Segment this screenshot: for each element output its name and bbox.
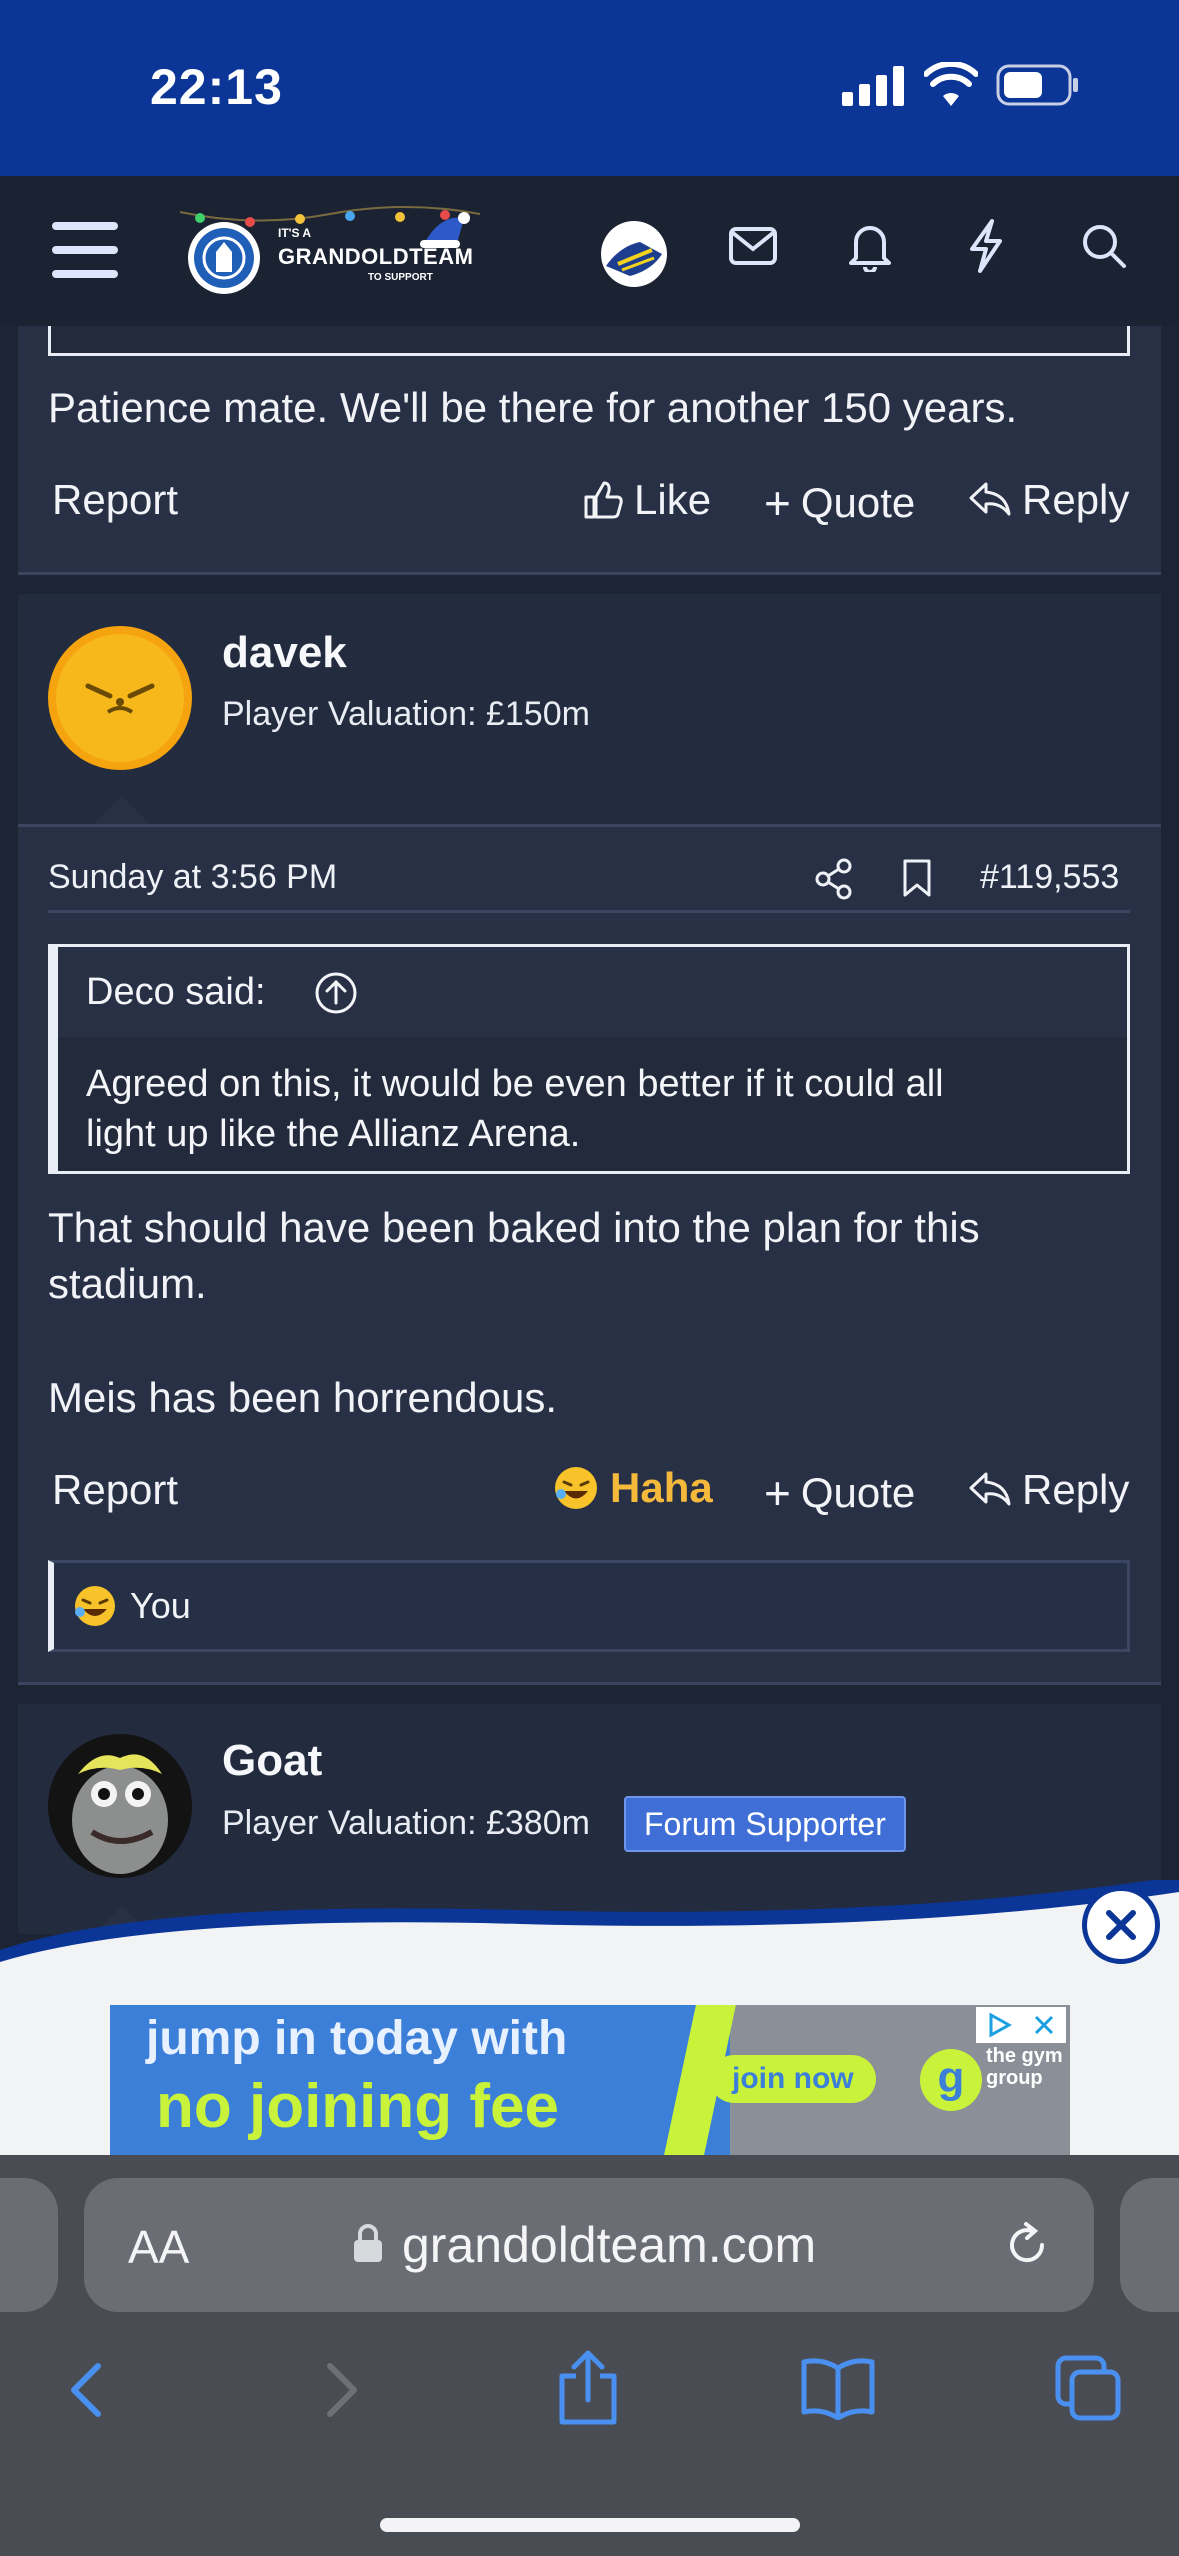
logo-sub-text: TO SUPPORT <box>368 272 433 283</box>
mail-icon[interactable] <box>728 226 778 266</box>
santa-hat-icon <box>420 212 470 248</box>
avatar-goat[interactable] <box>48 1734 192 1878</box>
wifi-icon <box>924 62 978 106</box>
forum-supporter-badge: Forum Supporter <box>624 1796 906 1852</box>
ad-close-x-icon <box>1034 2015 1054 2035</box>
divider <box>48 910 1130 913</box>
post-body-line-2: stadium. <box>48 1260 207 1307</box>
gym-logo-icon: g <box>920 2049 982 2111</box>
report-label: Report <box>52 1466 179 1513</box>
bell-icon[interactable] <box>848 220 892 272</box>
post-body-line-3: Meis has been horrendous. <box>48 1374 557 1421</box>
previous-tab-pill[interactable] <box>0 2178 58 2312</box>
laughing-emoji-icon <box>555 1467 597 1509</box>
quote-label: Quote <box>800 1469 916 1516</box>
divider <box>18 824 1161 827</box>
next-tab-pill[interactable] <box>1120 2178 1179 2312</box>
divider <box>18 1682 1161 1685</box>
user-valuation: Player Valuation: £380m <box>222 1804 590 1842</box>
bookmark-icon[interactable] <box>902 858 932 898</box>
post-body: Patience mate. We'll be there for anothe… <box>48 384 1018 431</box>
post-1 <box>18 326 1161 574</box>
adchoices-icon[interactable] <box>976 2007 1066 2043</box>
report-label: Report <box>52 476 179 523</box>
quote-text-line-2: light up like the Allianz Arena. <box>86 1113 581 1155</box>
menu-icon[interactable] <box>52 222 118 278</box>
username[interactable]: Goat <box>222 1736 322 1786</box>
quote-box-cut <box>48 326 1130 356</box>
reply-button[interactable]: Reply <box>968 1466 1129 1514</box>
post-body-line-1: That should have been baked into the pla… <box>48 1204 980 1251</box>
reacted-by[interactable]: You <box>130 1585 191 1627</box>
username[interactable]: davek <box>222 628 347 678</box>
haha-label: Haha <box>610 1464 713 1511</box>
quote-label: Quote <box>800 479 916 526</box>
close-icon <box>1106 1910 1136 1940</box>
cellular-signal-icon <box>842 66 904 106</box>
ad-cta[interactable]: join now <box>710 2055 876 2103</box>
ad-line-1: jump in today with <box>146 2012 568 2065</box>
plus-icon: + <box>764 477 791 529</box>
avatar-pointer <box>92 796 152 826</box>
arrow-up-circle-icon[interactable] <box>314 971 358 1015</box>
search-icon[interactable] <box>1080 222 1128 270</box>
reactions-bar[interactable]: You <box>48 1560 1130 1652</box>
home-indicator[interactable] <box>380 2518 800 2532</box>
quote-block: Deco said: Agreed on this, it would be e… <box>48 944 1130 1174</box>
ad-brand: the gym group <box>986 2045 1063 2089</box>
reply-icon <box>969 1472 1011 1506</box>
tabs-icon[interactable] <box>1054 2354 1124 2424</box>
lock-icon <box>354 2224 382 2262</box>
divider <box>18 572 1161 575</box>
quote-button[interactable]: + Quote <box>764 476 915 530</box>
crest-icon <box>188 222 260 294</box>
user-avatar[interactable] <box>600 220 668 288</box>
quote-text-line-1: Agreed on this, it would be even better … <box>86 1063 944 1105</box>
reload-icon[interactable] <box>1002 2220 1052 2270</box>
reply-label: Reply <box>1022 476 1130 523</box>
ad-banner[interactable]: jump in today with no joining fee join n… <box>110 2005 1070 2155</box>
thumbs-up-icon <box>584 481 623 519</box>
post-date[interactable]: Sunday at 3:56 PM <box>48 858 337 897</box>
share-icon[interactable] <box>814 858 854 900</box>
text-size-button[interactable]: AA <box>128 2220 189 2274</box>
status-time: 22:13 <box>150 59 283 115</box>
quote-button[interactable]: + Quote <box>764 1466 915 1520</box>
avatar-davek[interactable] <box>48 626 192 770</box>
reply-icon <box>969 482 1011 516</box>
battery-icon <box>996 64 1078 106</box>
bookmarks-icon[interactable] <box>800 2356 876 2420</box>
plus-icon: + <box>764 1467 791 1519</box>
like-label: Like <box>634 476 712 523</box>
user-valuation: Player Valuation: £150m <box>222 695 590 733</box>
laughing-emoji-icon <box>75 1586 115 1626</box>
like-button[interactable]: Like <box>582 476 711 524</box>
quote-author[interactable]: Deco said: <box>86 971 266 1014</box>
logo-small-text: IT'S A <box>278 226 312 240</box>
post-number[interactable]: #119,553 <box>980 858 1119 897</box>
report-link[interactable]: Report <box>52 476 178 524</box>
adchoices-play-icon <box>989 2012 1012 2038</box>
url-text[interactable]: grandoldteam.com <box>402 2216 816 2274</box>
bolt-icon[interactable] <box>966 218 1006 274</box>
ad-line-2: no joining fee <box>156 2072 559 2141</box>
site-logo[interactable]: IT'S A GRANDOLDTEAM TO SUPPORT <box>180 206 480 302</box>
haha-reaction-button[interactable]: Haha <box>552 1464 713 1512</box>
close-ad-button[interactable] <box>1082 1886 1160 1964</box>
share-sheet-icon[interactable] <box>556 2350 620 2426</box>
back-icon[interactable] <box>66 2360 106 2420</box>
reply-button[interactable]: Reply <box>968 476 1129 524</box>
report-link[interactable]: Report <box>52 1466 178 1514</box>
forward-icon[interactable] <box>322 2360 362 2420</box>
text-size-label: AA <box>128 2221 190 2273</box>
reply-label: Reply <box>1022 1466 1130 1513</box>
